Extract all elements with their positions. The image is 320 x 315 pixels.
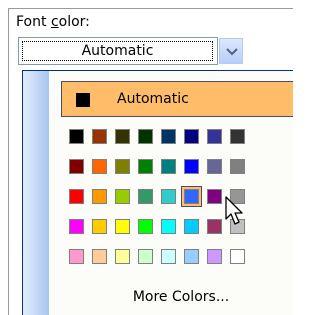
color-swatch[interactable] bbox=[184, 219, 199, 234]
font-color-combo-value: Automatic bbox=[22, 41, 213, 61]
color-swatch[interactable] bbox=[92, 219, 107, 234]
color-swatch[interactable] bbox=[161, 129, 176, 144]
color-swatch[interactable] bbox=[207, 249, 222, 264]
color-swatch[interactable] bbox=[92, 249, 107, 264]
color-swatch[interactable] bbox=[161, 219, 176, 234]
font-color-label: Font color: bbox=[16, 14, 90, 30]
color-swatch[interactable] bbox=[230, 129, 245, 144]
chevron-down-icon bbox=[226, 48, 238, 56]
color-swatch[interactable] bbox=[69, 129, 84, 144]
color-swatch[interactable] bbox=[115, 249, 130, 264]
color-swatch[interactable] bbox=[138, 159, 153, 174]
automatic-color-swatch bbox=[76, 93, 90, 107]
color-swatch[interactable] bbox=[207, 159, 222, 174]
automatic-color-button[interactable]: Automatic bbox=[61, 81, 293, 117]
color-swatch[interactable] bbox=[230, 159, 245, 174]
color-swatch[interactable] bbox=[69, 159, 84, 174]
color-swatch[interactable] bbox=[115, 189, 130, 204]
color-swatch[interactable] bbox=[161, 159, 176, 174]
accelerator-key: c bbox=[50, 14, 59, 30]
color-swatch[interactable] bbox=[92, 189, 107, 204]
combo-dropdown-button[interactable] bbox=[219, 38, 243, 64]
color-swatch[interactable] bbox=[92, 159, 107, 174]
menu-gutter bbox=[23, 71, 49, 315]
color-swatch[interactable] bbox=[115, 129, 130, 144]
color-swatch[interactable] bbox=[207, 219, 222, 234]
font-color-combo-field[interactable]: Automatic bbox=[18, 37, 218, 65]
color-palette-dropdown: Automatic More Colors... bbox=[22, 70, 293, 315]
color-swatch[interactable] bbox=[69, 219, 84, 234]
color-swatch[interactable] bbox=[115, 219, 130, 234]
color-swatch[interactable] bbox=[69, 249, 84, 264]
color-swatch[interactable] bbox=[207, 189, 222, 204]
color-swatch[interactable] bbox=[138, 249, 153, 264]
color-swatch[interactable] bbox=[184, 249, 199, 264]
color-swatch[interactable] bbox=[138, 129, 153, 144]
color-swatch[interactable] bbox=[115, 159, 130, 174]
automatic-color-label: Automatic bbox=[117, 91, 189, 107]
color-swatch[interactable] bbox=[207, 129, 222, 144]
color-swatch[interactable] bbox=[92, 129, 107, 144]
color-swatch[interactable] bbox=[230, 249, 245, 264]
more-colors-button[interactable]: More Colors... bbox=[61, 289, 293, 305]
color-swatch[interactable] bbox=[184, 129, 199, 144]
font-color-combo[interactable]: Automatic bbox=[18, 37, 243, 65]
color-swatch[interactable] bbox=[184, 189, 199, 204]
color-swatch[interactable] bbox=[161, 189, 176, 204]
color-swatch[interactable] bbox=[161, 249, 176, 264]
color-swatch[interactable] bbox=[138, 189, 153, 204]
color-swatch[interactable] bbox=[69, 189, 84, 204]
mouse-pointer-icon bbox=[225, 196, 243, 225]
color-swatch[interactable] bbox=[184, 159, 199, 174]
color-swatch[interactable] bbox=[138, 219, 153, 234]
